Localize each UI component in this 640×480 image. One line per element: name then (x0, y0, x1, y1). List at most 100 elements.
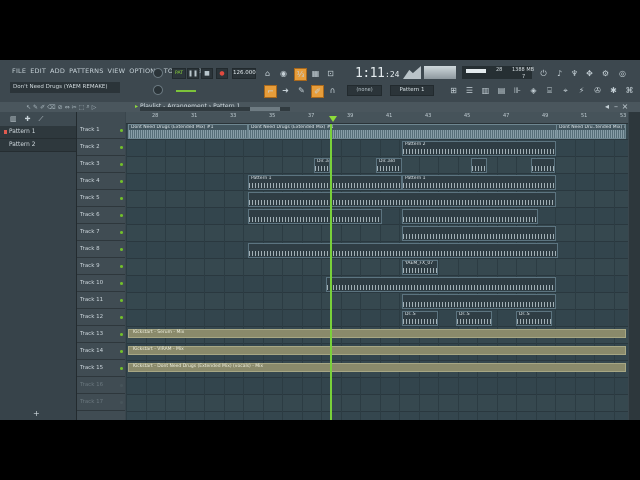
plugin-picker-icon[interactable]: ◈ (528, 85, 539, 96)
track-header-14[interactable]: Track 14 (77, 344, 125, 360)
track-mute-led[interactable] (120, 163, 123, 166)
automation-clip[interactable]: Kickstart - Serum - Mix (128, 329, 626, 338)
pattern-clip[interactable]: Pattern 1 (402, 175, 556, 190)
pattern-clip[interactable] (248, 192, 556, 207)
arrangement-area[interactable]: Dont Need Drugs (Extended Mix) #1 Dont Ne… (126, 123, 628, 420)
track-header-13[interactable]: Track 13 (77, 327, 125, 343)
automation-clip[interactable]: Kickstart - Dont Need Drugs (Extended Mi… (128, 363, 626, 372)
track-header-3[interactable]: Track 3 (77, 157, 125, 173)
pencil-tool-icon[interactable]: ✎ (296, 85, 307, 96)
track-header-11[interactable]: Track 11 (77, 293, 125, 309)
pattern-clip[interactable] (248, 209, 382, 224)
track-mute-led[interactable] (120, 248, 123, 251)
pattern-clip[interactable]: Dir..ald (314, 158, 330, 173)
master-pitch-knob[interactable] (153, 85, 163, 95)
track-header-12[interactable]: Track 12 (77, 310, 125, 326)
loop-record-icon[interactable]: ⊡ (325, 68, 336, 79)
track-header-4[interactable]: Track 4 (77, 174, 125, 190)
song-position-display[interactable]: 1:11 (355, 66, 385, 81)
track-header-10[interactable]: Track 10 (77, 276, 125, 292)
slice-tool-icon[interactable]: ✂ (72, 104, 77, 111)
track-header-16[interactable]: Track 16 (77, 378, 125, 394)
track-mute-led[interactable] (120, 214, 123, 217)
select-tool-icon[interactable]: ⬚ (79, 104, 85, 111)
blend-notes-icon[interactable]: ⅓ (294, 68, 307, 81)
track-mute-led[interactable] (120, 231, 123, 234)
arrow-right-icon[interactable]: ➜ (280, 85, 291, 96)
pattern-clip[interactable] (326, 277, 556, 292)
master-pitch-slider[interactable] (176, 90, 196, 92)
pattern-clip[interactable]: Pattern 2 (402, 141, 556, 156)
playhead[interactable] (330, 112, 332, 420)
metronome-icon[interactable]: ⌂ (262, 68, 273, 79)
pattern-clip[interactable] (402, 294, 556, 309)
track-mute-led[interactable] (120, 299, 123, 302)
slip-tool-icon[interactable]: ⇔ (65, 104, 70, 111)
play-button[interactable]: ❚❚ (187, 68, 199, 79)
track-header-5[interactable]: Track 5 (77, 191, 125, 207)
pattern-clip[interactable] (471, 158, 487, 173)
add-pattern-icon[interactable]: + (33, 409, 40, 418)
paint-tool-icon[interactable]: ✐ (40, 104, 45, 111)
menu-edit[interactable]: EDIT (30, 67, 46, 79)
record-audio-icon[interactable]: ✇ (592, 85, 603, 96)
playlist-close-icon[interactable]: × (621, 102, 629, 111)
tempo-icon[interactable]: ⌖ (560, 85, 571, 96)
track-lane[interactable] (126, 378, 628, 395)
cursor-tool-icon[interactable]: ↖ (26, 104, 31, 111)
playlist-menu-icon[interactable]: ◂ (603, 102, 611, 111)
track-mute-led[interactable] (120, 384, 123, 387)
track-lane[interactable] (126, 259, 628, 276)
playlist-vertical-scrollbar[interactable] (629, 112, 640, 420)
track-mute-led[interactable] (120, 316, 123, 319)
pattern-clip[interactable] (248, 243, 558, 258)
record-button[interactable]: ● (216, 68, 228, 79)
track-mute-led[interactable] (120, 367, 123, 370)
playlist-icon[interactable]: ☰ (464, 85, 475, 96)
picker-patterns-icon[interactable]: ▥ (10, 115, 17, 123)
audio-clip[interactable]: Dont Need Dru..tended Mix) #1 (556, 124, 626, 139)
menu-patterns[interactable]: PATTERNS (69, 67, 103, 79)
step-edit-icon[interactable]: ▦ (310, 68, 321, 79)
track-header-6[interactable]: Track 6 (77, 208, 125, 224)
mute-tool-icon[interactable]: ⊘ (58, 104, 63, 111)
tempo-display[interactable]: 126.000 (232, 68, 256, 79)
picker-edit-icon[interactable]: ⟋ (39, 115, 44, 124)
power-icon[interactable]: ⏻ (538, 68, 549, 79)
master-volume-knob[interactable] (153, 68, 163, 78)
pattern-item-1[interactable]: Pattern 1 (0, 126, 76, 139)
pat-song-toggle[interactable]: PAT (172, 68, 186, 79)
track-lane[interactable] (126, 395, 628, 412)
audio-clip[interactable]: Dont Need Drugs (Extended Mix) #1 (248, 124, 558, 139)
channel-rack-icon[interactable]: ▤ (496, 85, 507, 96)
track-mute-led[interactable] (120, 401, 123, 404)
performance-icon[interactable]: ⚡ (576, 85, 587, 96)
zoom-tool-icon[interactable]: ⌕ (86, 103, 89, 111)
wrench-icon[interactable]: ✱ (608, 85, 619, 96)
pattern-clip[interactable]: YAEM_FX_07 (402, 260, 438, 275)
tempo-tap-icon[interactable]: ♪ (554, 68, 565, 79)
playback-tool-icon[interactable]: ▷ (92, 104, 97, 111)
mixer-icon[interactable]: ⊪ (512, 85, 523, 96)
pattern-clip[interactable] (402, 209, 538, 224)
countdown-icon[interactable]: ◉ (278, 68, 289, 79)
track-header-1[interactable]: Track 1 (77, 123, 125, 139)
snap-selector[interactable]: (none) (347, 85, 382, 96)
paint-tool-icon[interactable]: ✐ (311, 85, 324, 98)
pattern-clip[interactable]: Dr..S (402, 311, 438, 326)
pattern-clip[interactable]: Dir..ald (376, 158, 402, 173)
playlist-minimize-icon[interactable]: – (612, 102, 620, 111)
pattern-clip[interactable] (402, 226, 556, 241)
track-mute-led[interactable] (120, 265, 123, 268)
track-mute-led[interactable] (120, 197, 123, 200)
pattern-clip[interactable]: Dr..S (516, 311, 552, 326)
menu-view[interactable]: VIEW (108, 67, 126, 79)
track-header-7[interactable]: Track 7 (77, 225, 125, 241)
magnet-icon[interactable]: ∩ (327, 85, 338, 96)
snap-toggle-icon[interactable]: ⌐ (264, 85, 277, 98)
track-mute-led[interactable] (120, 146, 123, 149)
menu-add[interactable]: ADD (50, 67, 65, 79)
draw-tool-icon[interactable]: ✎ (33, 104, 38, 111)
playlist-horizontal-scrollbar[interactable] (140, 107, 290, 111)
track-mute-led[interactable] (120, 180, 123, 183)
